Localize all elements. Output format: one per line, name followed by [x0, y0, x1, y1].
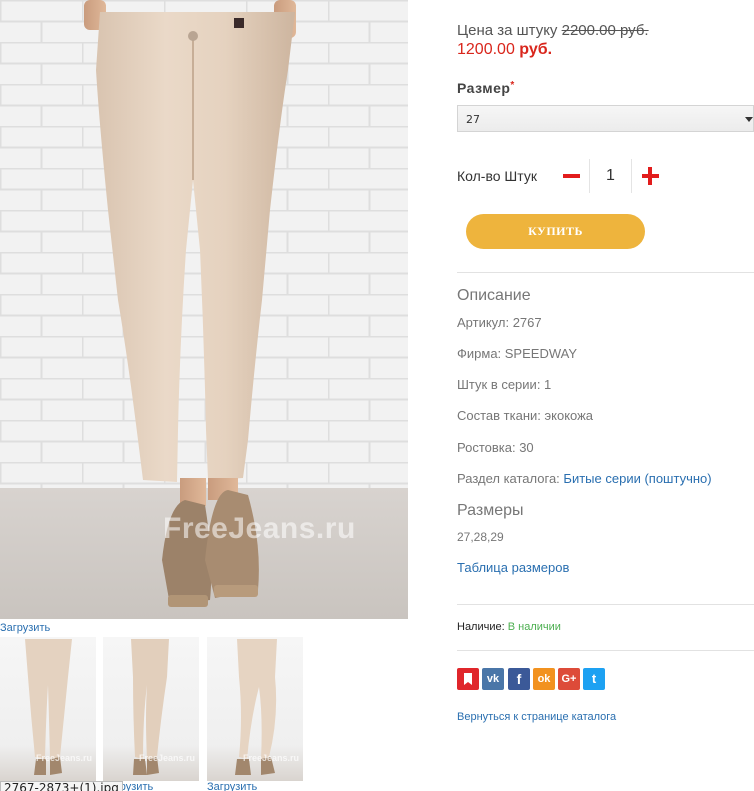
plus-icon[interactable] [637, 162, 663, 190]
old-price: 2200.00 руб. [561, 22, 649, 39]
size-select[interactable]: 27 [457, 105, 754, 132]
divider [457, 604, 754, 605]
current-price-currency: руб. [519, 41, 553, 58]
thumbnail-3[interactable]: FreeJeans.ru [207, 637, 303, 781]
thumbnail-2[interactable]: FreeJeans.ru [103, 637, 199, 781]
attr-brand: Фирма: SPEEDWAY [457, 346, 578, 361]
availability-label: Наличие: [457, 621, 505, 633]
availability: Наличие: В наличии [457, 621, 561, 633]
quantity-label: Кол-во Штук [457, 168, 537, 184]
thumbnail-3-upload-link[interactable]: Загрузить [207, 781, 257, 791]
attr-pieces: Штук в серии: 1 [457, 377, 552, 392]
minus-icon[interactable] [558, 162, 584, 190]
odnoklassniki-icon[interactable]: ok [533, 668, 555, 690]
chevron-down-icon [745, 117, 753, 122]
divider [457, 650, 754, 651]
divider [457, 272, 754, 273]
price-per-item: Цена за штуку 2200.00 руб. [457, 22, 649, 39]
size-select-value: 27 [466, 113, 480, 126]
catalog-prefix: Раздел каталога: [457, 471, 560, 486]
attr-article: Артикул: 2767 [457, 315, 542, 330]
thumbnail-watermark: FreeJeans.ru [36, 753, 93, 763]
back-to-catalog-link[interactable]: Вернуться к странице каталога [457, 711, 616, 723]
sizes-title: Размеры [457, 502, 524, 519]
catalog-link[interactable]: Битые серии (поштучно) [563, 471, 711, 486]
quantity-input[interactable]: 1 [589, 159, 632, 193]
size-label: Размер* [457, 80, 515, 96]
thumbnail-watermark: FreeJeans.ru [139, 753, 196, 763]
main-product-photo[interactable]: FreeJeans.ru [0, 0, 408, 619]
thumbnail-watermark: FreeJeans.ru [243, 753, 300, 763]
size-table-link-wrap: Таблица размеров [457, 560, 569, 575]
main-photo-upload-link[interactable]: Загрузить [0, 622, 50, 634]
required-mark: * [510, 80, 515, 91]
current-price-amount: 1200.00 [457, 41, 515, 58]
photo-watermark: FreeJeans.ru [163, 512, 356, 545]
attr-height: Ростовка: 30 [457, 440, 534, 455]
thumbnail-1[interactable]: FreeJeans.ru [0, 637, 96, 781]
size-label-text: Размер [457, 80, 511, 96]
google-plus-icon[interactable]: G+ [558, 668, 580, 690]
buy-button[interactable]: КУПИТЬ [466, 214, 645, 249]
description-title: Описание [457, 287, 531, 304]
bookmark-icon[interactable] [457, 668, 479, 690]
filename-tooltip: 2767-2873+(1).jpg [0, 781, 123, 791]
vk-icon[interactable]: vk [482, 668, 504, 690]
sizes-list: 27,28,29 [457, 530, 504, 544]
attr-fabric: Состав ткани: экокожа [457, 408, 594, 423]
price-label: Цена за штуку [457, 22, 558, 39]
twitter-icon[interactable]: t [583, 668, 605, 690]
current-price: 1200.00 руб. [457, 41, 552, 59]
attr-catalog: Раздел каталога: Битые серии (поштучно) [457, 471, 712, 486]
size-table-link[interactable]: Таблица размеров [457, 560, 569, 575]
availability-status: В наличии [507, 621, 561, 633]
facebook-icon[interactable]: f [508, 668, 530, 690]
